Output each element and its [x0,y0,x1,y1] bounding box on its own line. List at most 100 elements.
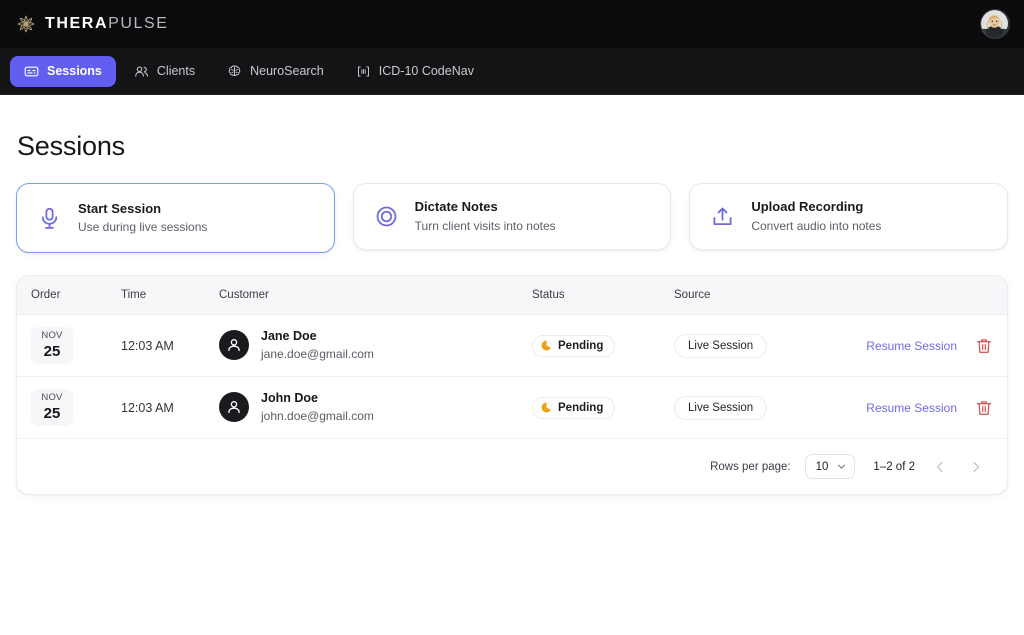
barcode-brackets-icon [357,66,369,76]
customer-email: jane.doe@gmail.com [261,346,374,361]
status-label: Pending [558,339,604,352]
nav-item-neurosearch[interactable]: NeuroSearch [213,56,338,87]
customer-text: Jane Doe jane.doe@gmail.com [261,328,374,363]
brand-text-primary: THERA [45,15,109,32]
closed-captions-icon [24,66,39,76]
cell-time: 12:03 AM [121,376,219,439]
cell-actions: Resume Session [849,314,1007,377]
brand-wordmark: THERAPULSE [45,16,169,32]
column-header-order: Order [17,276,121,315]
customer-text: John Doe john.doe@gmail.com [261,390,374,425]
source-badge: Live Session [674,333,768,358]
cell-source: Live Session [674,314,849,377]
action-card-start-session[interactable]: Start Session Use during live sessions [16,183,335,253]
pagination-range: 1–2 of 2 [873,460,915,473]
users-icon [135,65,148,77]
row-action-group: Resume Session [866,399,993,417]
rows-per-page-select[interactable]: 10 [804,454,856,479]
source-badge: Live Session [674,395,768,420]
date-badge: NOV 25 [31,389,73,426]
row-action-group: Resume Session [866,337,993,355]
trash-icon [977,400,991,415]
nav-item-icd10-codenav[interactable]: ICD-10 CodeNav [342,56,488,87]
cell-status: Pending [532,314,674,377]
action-card-subtitle: Use during live sessions [78,220,208,235]
cell-time: 12:03 AM [121,314,219,377]
nav-label-icd10-codenav: ICD-10 CodeNav [378,64,474,78]
nav-label-clients: Clients [156,64,196,78]
delete-session-button[interactable] [975,399,993,417]
status-badge: Pending [532,396,616,419]
date-month: NOV [41,392,63,404]
avatar [219,330,249,361]
customer-info: John Doe john.doe@gmail.com [219,390,532,425]
customer-name: John Doe [261,391,318,406]
column-header-status: Status [532,276,674,315]
action-card-title: Start Session [78,200,162,216]
column-header-source: Source [674,276,849,315]
upload-tray-icon [713,207,732,225]
chevron-down-icon [838,464,846,469]
table-row[interactable]: NOV 25 12:03 AM [17,376,1007,439]
date-badge: NOV 25 [31,327,73,364]
date-day: 25 [43,404,61,422]
cell-customer: Jane Doe jane.doe@gmail.com [219,314,532,377]
cell-customer: John Doe john.doe@gmail.com [219,376,532,439]
nav-item-clients[interactable]: Clients [120,56,209,87]
table-head: Order Time Customer Status Source [17,276,1007,315]
brand-logo[interactable]: THERAPULSE [16,14,169,34]
cell-status: Pending [532,376,674,439]
pagination-bar: Rows per page: 10 1–2 of 2 [17,439,1007,494]
person-icon [228,401,240,414]
delete-session-button[interactable] [975,337,993,355]
previous-page-button[interactable] [929,456,951,478]
action-card-subtitle: Turn client visits into notes [414,218,556,233]
main-navigation: Sessions Clients NeuroSearch ICD-10 Code… [0,48,1024,95]
mandala-flower-icon [17,15,35,33]
person-icon [228,339,240,352]
nav-label-neurosearch: NeuroSearch [250,64,324,78]
action-card-text-dictate-notes: Dictate Notes Turn client visits into no… [415,198,556,235]
session-time: 12:03 AM [121,338,174,353]
table-body: NOV 25 12:03 AM Jane Doe jane.doe@gmail.… [17,314,1007,439]
pending-pie-icon [541,340,552,351]
action-card-text-start-session: Start Session Use during live sessions [78,200,207,237]
pending-pie-icon [541,402,552,413]
page-content: Sessions Start Session Use during live s… [0,95,1024,495]
rows-per-page-value: 10 [815,460,829,473]
sessions-table: Order Time Customer Status Source NOV 25 [17,276,1007,439]
customer-name: Jane Doe [261,329,317,344]
action-card-title: Dictate Notes [414,199,498,215]
customer-info: Jane Doe jane.doe@gmail.com [219,328,532,363]
action-card-upload-recording[interactable]: Upload Recording Convert audio into note… [689,183,1009,250]
record-circle-icon [376,206,397,227]
customer-email: john.doe@gmail.com [261,408,374,423]
column-header-time: Time [121,276,219,315]
trash-icon [977,338,991,353]
brain-icon [228,65,241,76]
cell-source: Live Session [674,376,849,439]
action-card-subtitle: Convert audio into notes [751,218,882,233]
date-day: 25 [43,342,61,360]
status-label: Pending [558,401,604,414]
chevron-right-icon [973,461,980,472]
session-time: 12:03 AM [121,400,174,415]
resume-session-link[interactable]: Resume Session [866,339,957,353]
sessions-table-card: Order Time Customer Status Source NOV 25 [16,275,1008,495]
resume-session-link[interactable]: Resume Session [866,401,957,415]
cell-order: NOV 25 [17,376,121,439]
table-row[interactable]: NOV 25 12:03 AM [17,314,1007,377]
column-header-customer: Customer [219,276,532,315]
nav-label-sessions: Sessions [47,64,102,78]
nav-item-sessions[interactable]: Sessions [10,55,116,87]
column-header-actions [849,276,1007,315]
action-card-dictate-notes[interactable]: Dictate Notes Turn client visits into no… [352,183,672,250]
table-header-row: Order Time Customer Status Source [17,276,1007,315]
action-card-title: Upload Recording [751,199,864,215]
user-avatar-button[interactable] [980,9,1010,39]
rows-per-page-label: Rows per page: [710,460,791,473]
next-page-button[interactable] [965,456,987,478]
user-photo-avatar [981,10,1008,37]
brand-text-secondary: PULSE [108,15,169,32]
action-card-text-upload-recording: Upload Recording Convert audio into note… [751,198,881,235]
